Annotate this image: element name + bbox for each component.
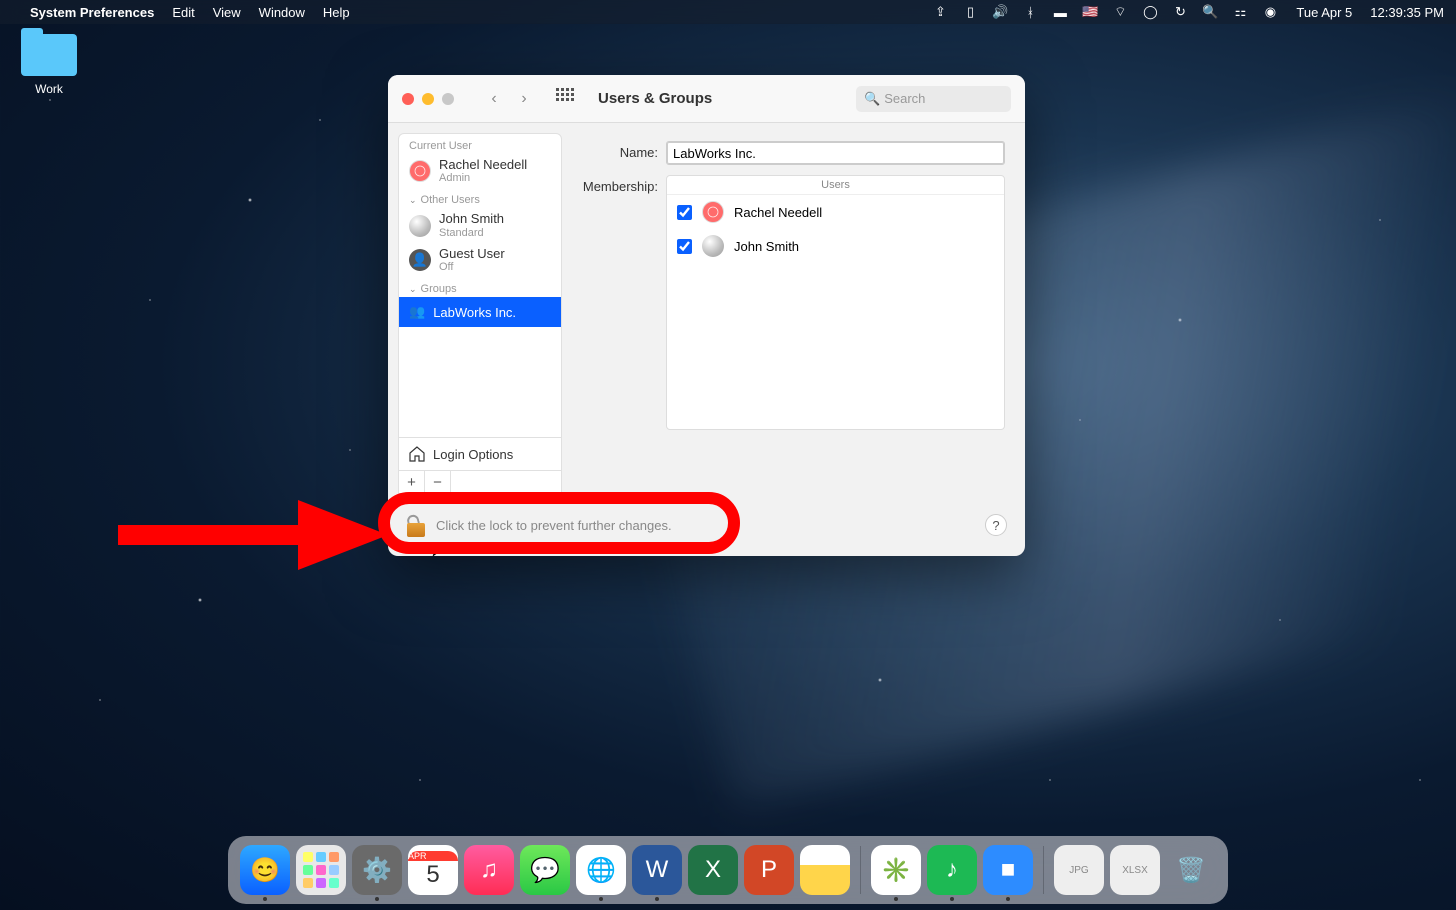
member-checkbox[interactable] [677,205,692,220]
user-role: Standard [439,227,504,239]
group-icon: 👥 [409,304,425,320]
membership-list: Users Rachel Needell John Smith [666,175,1005,430]
sidebar-user-john[interactable]: John Smith Standard [399,208,561,242]
dock-zoom[interactable]: ■ [983,845,1033,895]
user-name: Rachel Needell [439,158,527,172]
dropbox-icon[interactable]: ⇪ [932,4,948,20]
flag-icon[interactable]: 🇺🇸 [1082,4,1098,20]
group-name: LabWorks Inc. [433,305,516,320]
sidebar-current-user[interactable]: Rachel Needell Admin [399,154,561,188]
name-label: Name: [576,141,666,160]
avatar-icon [702,235,724,257]
back-button[interactable]: ‹ [482,87,506,111]
home-icon [409,446,425,462]
dock-chrome[interactable]: 🌐 [576,845,626,895]
window-maximize-button[interactable] [442,93,454,105]
dock-system-preferences[interactable]: ⚙️ [352,845,402,895]
dock-music[interactable]: ♫ [464,845,514,895]
menubar-view[interactable]: View [213,5,241,20]
users-sidebar: Current User Rachel Needell Admin ⌄ Othe… [398,133,562,494]
dock-launchpad[interactable] [296,845,346,895]
bluetooth-icon[interactable]: ᚼ [1022,4,1038,20]
dock-file-jpg[interactable]: JPG [1054,845,1104,895]
dock-excel[interactable]: X [688,845,738,895]
dock-calendar[interactable]: APR 5 [408,845,458,895]
menubar-app-name[interactable]: System Preferences [30,5,154,20]
sidebar-group-labworks[interactable]: 👥 LabWorks Inc. [399,297,561,327]
avatar-icon [702,201,724,223]
annotation-arrow [118,490,388,580]
system-preferences-window: ‹ › Users & Groups 🔍 Search Current User… [388,75,1025,556]
window-close-button[interactable] [402,93,414,105]
folder-label: Work [14,82,84,96]
dock-separator [860,846,861,894]
member-row-rachel[interactable]: Rachel Needell [667,195,1004,229]
dock-messages[interactable]: 💬 [520,845,570,895]
cal-day: 5 [426,861,439,889]
siri-icon[interactable]: ◉ [1262,4,1278,20]
forward-button[interactable]: › [512,87,536,111]
chevron-down-icon: ⌄ [409,195,417,206]
groups-section-label[interactable]: ⌄ Groups [399,277,561,297]
login-options-button[interactable]: Login Options [399,437,561,470]
show-all-button[interactable] [556,88,578,110]
battery-icon[interactable]: ▬ [1052,4,1068,20]
dock-separator [1043,846,1044,894]
user-name: Guest User [439,247,505,261]
search-field[interactable]: 🔍 Search [856,86,1011,112]
user-name: John Smith [439,212,504,226]
battery-widget-icon[interactable]: ▯ [962,4,978,20]
cal-month: APR [408,851,458,861]
search-placeholder: Search [884,91,925,106]
desktop-folder-work[interactable]: Work [14,34,84,96]
user-icon[interactable]: ◯ [1142,4,1158,20]
sidebar-user-guest[interactable]: 👤 Guest User Off [399,243,561,277]
dock-finder[interactable]: 😊 [240,845,290,895]
menubar: System Preferences Edit View Window Help… [0,0,1456,24]
current-user-section-label: Current User [399,134,561,154]
annotation-highlight-oval [378,492,740,554]
members-header: Users [667,176,1004,195]
folder-icon [21,34,77,76]
avatar-icon [409,215,431,237]
avatar-icon: 👤 [409,249,431,271]
dock-notes[interactable] [800,845,850,895]
dock-file-xlsx[interactable]: XLSX [1110,845,1160,895]
search-icon: 🔍 [864,91,880,107]
membership-label: Membership: [576,175,666,194]
menubar-date[interactable]: Tue Apr 5 [1296,5,1352,20]
menubar-help[interactable]: Help [323,5,350,20]
window-titlebar: ‹ › Users & Groups 🔍 Search [388,75,1025,123]
dock-trash[interactable]: 🗑️ [1166,845,1216,895]
menubar-time[interactable]: 12:39:35 PM [1370,5,1444,20]
remove-user-button[interactable]: − [425,471,451,493]
dock: 😊 ⚙️ APR 5 ♫ 💬 🌐 W X P ✳️ ♪ ■ JPG XLSX 🗑… [228,836,1228,904]
dock-slack[interactable]: ✳️ [871,845,921,895]
dock-spotify[interactable]: ♪ [927,845,977,895]
window-title: Users & Groups [598,90,712,107]
control-center-icon[interactable]: ⚏ [1232,4,1248,20]
volume-icon[interactable]: 🔊 [992,4,1008,20]
window-minimize-button[interactable] [422,93,434,105]
member-row-john[interactable]: John Smith [667,229,1004,263]
member-name: John Smith [734,239,799,254]
help-button[interactable]: ? [985,514,1007,536]
other-users-section-label[interactable]: ⌄ Other Users [399,188,561,208]
add-user-button[interactable]: + [399,471,425,493]
user-role: Admin [439,172,527,184]
chevron-down-icon: ⌄ [409,284,417,295]
spotlight-icon[interactable]: 🔍 [1202,4,1218,20]
member-name: Rachel Needell [734,205,822,220]
dock-word[interactable]: W [632,845,682,895]
group-detail-panel: Name: Membership: Users Rachel Needell J… [562,123,1025,494]
avatar-icon [409,160,431,182]
user-role: Off [439,261,505,273]
timemachine-icon[interactable]: ↻ [1172,4,1188,20]
wifi-icon[interactable]: ⌔ [1112,4,1128,20]
dock-powerpoint[interactable]: P [744,845,794,895]
member-checkbox[interactable] [677,239,692,254]
menubar-window[interactable]: Window [259,5,305,20]
menubar-edit[interactable]: Edit [172,5,194,20]
group-name-input[interactable] [666,141,1005,165]
